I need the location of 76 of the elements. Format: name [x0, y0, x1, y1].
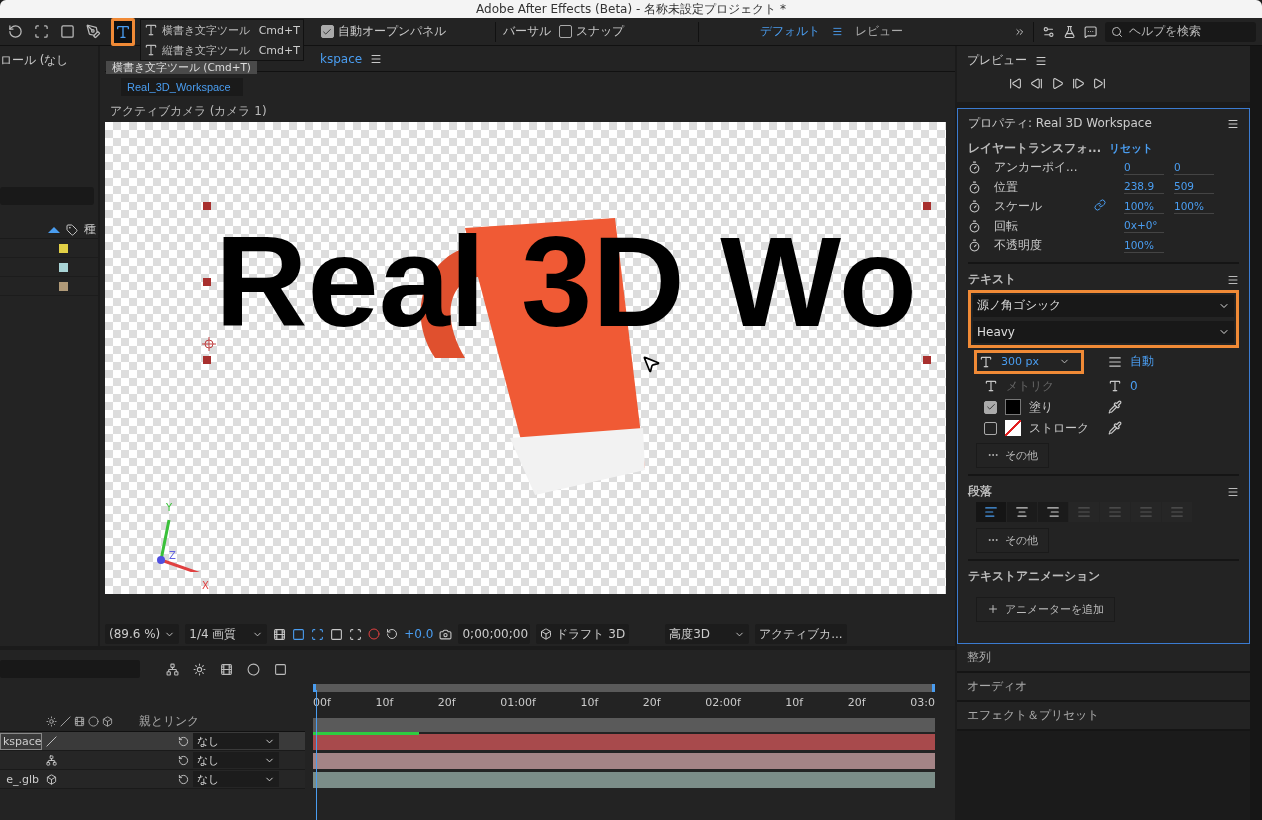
property-value[interactable]: 0: [1174, 160, 1214, 175]
workspace-label[interactable]: バーサル: [503, 23, 552, 40]
font-size-control[interactable]: 300 px: [974, 349, 1084, 374]
quality-dropdown[interactable]: 1/4 画質: [185, 624, 268, 644]
workspace-tab[interactable]: デフォルト: [756, 23, 825, 40]
property-value[interactable]: 0x+0°: [1124, 219, 1164, 234]
panel-title: プロパティ: Real 3D Workspace: [968, 115, 1152, 132]
auto-open-checkbox[interactable]: 自動オープンパネル: [320, 23, 446, 40]
panel-header[interactable]: エフェクト＆プリセット: [957, 702, 1250, 731]
reset-link[interactable]: リセット: [1109, 140, 1154, 156]
help-search-field[interactable]: ヘルプを検索: [1105, 21, 1256, 42]
layer-name: kspace: [0, 732, 42, 750]
property-label: スケール: [994, 198, 1043, 216]
timecode-field[interactable]: 0;00;00;00: [458, 624, 531, 644]
property-value[interactable]: 0: [1124, 160, 1164, 175]
parent-dropdown[interactable]: なし: [193, 752, 279, 768]
more-button[interactable]: その他: [976, 442, 1049, 468]
ruler-label: 01:00f: [500, 695, 536, 709]
property-value[interactable]: 100%: [1124, 238, 1164, 253]
window-title: Adobe After Effects (Beta) - 名称未設定プロジェクト *: [0, 0, 1262, 18]
viewer-label: アクティブカメラ (カメラ 1): [109, 103, 268, 120]
more-button[interactable]: その他: [976, 527, 1049, 553]
section-title: レイヤートランスフォ...: [968, 140, 1102, 156]
section-title: テキストアニメーション: [968, 569, 1100, 584]
axis-label: Y: [166, 502, 173, 513]
snap-checkbox[interactable]: スナップ: [559, 23, 625, 40]
ruler-label: 10f: [580, 695, 599, 709]
property-value[interactable]: 100%: [1174, 199, 1214, 214]
panel-header[interactable]: 整列: [957, 644, 1250, 673]
menu-item[interactable]: 横書き文字ツール Cmd+T: [141, 20, 303, 40]
view-dropdown[interactable]: アクティブカ...: [755, 624, 847, 644]
stroke-label: ストローク: [1029, 419, 1089, 437]
column-header: 種: [84, 221, 96, 238]
tooltip: 横書き文字ツール (Cmd+T): [106, 61, 257, 74]
workspace-tab[interactable]: レビュー: [850, 23, 907, 40]
layer-row[interactable]: e_.glb なし: [0, 770, 305, 789]
ruler-label: 20f: [437, 695, 456, 709]
layer-name: e_.glb: [5, 771, 40, 788]
section-title: テキスト: [968, 272, 1016, 287]
property-value[interactable]: 238.9: [1124, 180, 1164, 195]
font-family-dropdown[interactable]: 源ノ角ゴシック: [973, 294, 1234, 317]
tracking-field[interactable]: 0: [1130, 379, 1190, 393]
column-header: 親とリンク: [139, 713, 199, 730]
property-value[interactable]: 509: [1174, 180, 1214, 195]
section-title: 段落: [968, 484, 992, 499]
ruler-label: 20f: [847, 695, 866, 709]
ruler-label: 10f: [785, 695, 804, 709]
layer-row[interactable]: なし: [0, 751, 305, 770]
exposure-value[interactable]: +0.0: [404, 627, 434, 641]
panel-title: ロール (なし: [0, 52, 70, 69]
property-label: 不透明度: [994, 237, 1043, 255]
property-value[interactable]: 100%: [1124, 199, 1164, 214]
axis-label: X: [202, 580, 209, 591]
comp-tab[interactable]: kspace: [320, 51, 363, 66]
ruler-label: 10f: [375, 695, 394, 709]
parent-dropdown[interactable]: なし: [193, 771, 279, 787]
axis-label: Z: [169, 550, 176, 561]
zoom-dropdown[interactable]: (89.6 %): [105, 624, 180, 644]
fill-label: 塗り: [1029, 398, 1053, 416]
parent-dropdown[interactable]: なし: [193, 733, 279, 749]
panel-header[interactable]: オーディオ: [957, 673, 1250, 702]
property-label: アンカーポイ...: [994, 159, 1079, 177]
draft-3d-button[interactable]: ドラフト 3D: [536, 624, 630, 644]
panel-title: プレビュー: [967, 52, 1027, 69]
ruler-label: 02:00f: [705, 695, 741, 709]
property-label: 回転: [994, 217, 1019, 235]
property-label: 位置: [994, 178, 1019, 196]
add-animator-button[interactable]: アニメーターを追加: [976, 596, 1115, 622]
leading-dropdown[interactable]: 自動: [1130, 353, 1190, 370]
comp-breadcrumb[interactable]: Real_3D_Workspace: [121, 78, 243, 96]
font-style-dropdown[interactable]: Heavy: [973, 320, 1234, 343]
menu-item[interactable]: 縦書き文字ツール Cmd+T: [141, 40, 303, 60]
ruler-label: 20f: [642, 695, 661, 709]
renderer-dropdown[interactable]: 高度3D: [665, 624, 750, 644]
layer-row[interactable]: kspace なし: [0, 732, 305, 751]
ruler-label: 03:0: [910, 695, 935, 709]
